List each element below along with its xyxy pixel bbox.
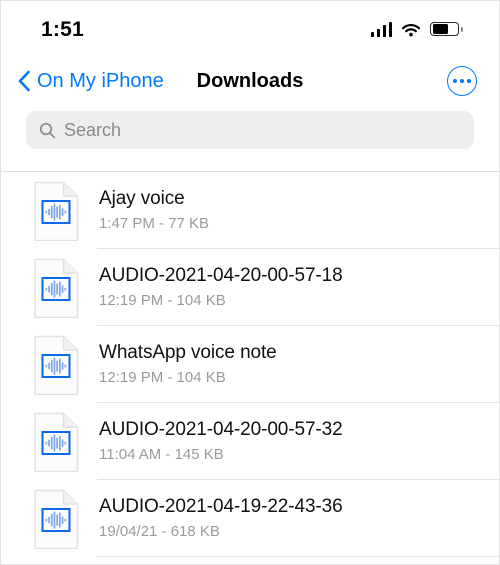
list-item[interactable]: AUDIO-2021-04-20-00-57-32 11:04 AM - 145…	[1, 403, 499, 480]
file-meta: 12:19 PM - 104 KB	[99, 292, 226, 310]
list-item-text: AUDIO-2021-04-19-22-43-36 19/04/21 - 618…	[99, 496, 343, 540]
list-item-text: Ajay voice 1:47 PM - 77 KB	[99, 188, 209, 232]
list-item[interactable]: AUDIO-2021-04-19-22-43-36 19/04/21 - 618…	[1, 480, 499, 557]
search-icon	[39, 122, 56, 138]
search-bar-container: Search	[1, 105, 499, 171]
list-item-text: WhatsApp voice note 12:19 PM - 104 KB	[99, 342, 277, 386]
file-name: AUDIO-2021-04-20-00-57-18	[99, 265, 343, 287]
audio-file-icon	[34, 181, 79, 241]
cellular-signal-icon	[370, 21, 393, 37]
navigation-bar: On My iPhone Downloads	[1, 57, 499, 105]
ellipsis-circle-icon[interactable]	[447, 66, 477, 96]
audio-file-icon	[34, 489, 79, 549]
list-item[interactable]: Ajay voice 1:47 PM - 77 KB	[1, 172, 499, 249]
status-indicators	[370, 21, 463, 37]
list-item-text: AUDIO-2021-04-20-00-57-18 12:19 PM - 104…	[99, 265, 343, 309]
file-name: WhatsApp voice note	[99, 342, 277, 364]
search-input[interactable]: Search	[26, 111, 474, 149]
back-button-label: On My iPhone	[37, 70, 164, 92]
status-bar: 1:51	[1, 1, 499, 57]
file-meta: 19/04/21 - 618 KB	[99, 523, 220, 541]
file-name: Ajay voice	[99, 188, 185, 210]
files-app-screen: 1:51 On My iPhone Downloads Search Ajay …	[0, 0, 500, 565]
file-name: AUDIO-2021-04-19-22-43-36	[99, 496, 343, 518]
file-meta: 12:19 PM - 104 KB	[99, 369, 226, 387]
file-meta: 11:04 AM - 145 KB	[99, 446, 224, 464]
search-placeholder: Search	[64, 120, 122, 140]
status-time: 1:51	[41, 17, 84, 41]
list-item[interactable]: WhatsApp voice note 12:19 PM - 104 KB	[1, 326, 499, 403]
audio-file-icon	[34, 335, 79, 395]
back-button[interactable]: On My iPhone	[17, 70, 164, 92]
file-list: Ajay voice 1:47 PM - 77 KB AUDIO-2021-04…	[1, 172, 499, 557]
list-item[interactable]: AUDIO-2021-04-20-00-57-18 12:19 PM - 104…	[1, 249, 499, 326]
audio-file-icon	[34, 258, 79, 318]
audio-file-icon	[34, 412, 79, 472]
wifi-icon	[402, 23, 421, 36]
file-name: AUDIO-2021-04-20-00-57-32	[99, 419, 343, 441]
file-meta: 1:47 PM - 77 KB	[99, 215, 210, 233]
battery-icon	[430, 21, 463, 37]
chevron-left-icon	[18, 70, 30, 92]
list-item-text: AUDIO-2021-04-20-00-57-32 11:04 AM - 145…	[99, 419, 343, 463]
